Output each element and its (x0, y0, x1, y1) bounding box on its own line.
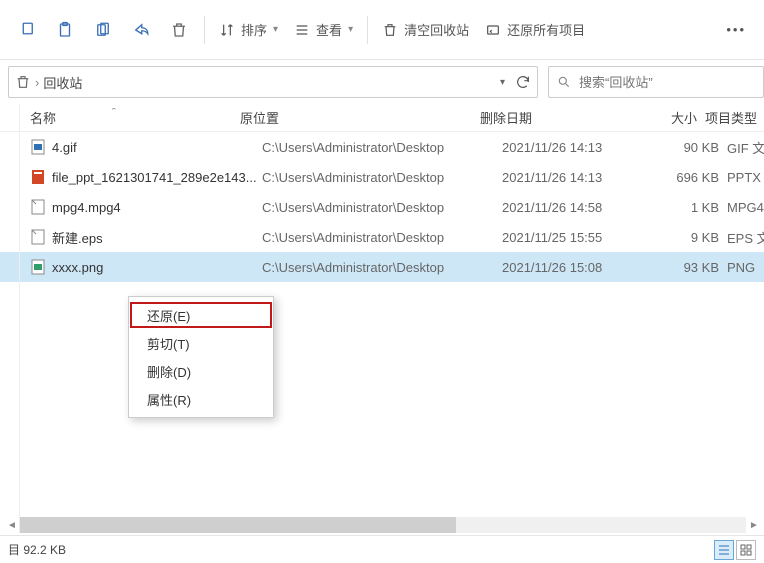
chevron-down-icon: ▾ (273, 24, 278, 35)
file-size: 90 KB (657, 140, 727, 155)
file-name: 4.gif (52, 140, 77, 155)
column-location[interactable]: 原位置 (240, 108, 480, 127)
sort-label: 排序 (241, 20, 267, 39)
status-text: 目 92.2 KB (8, 541, 66, 558)
scroll-left-icon[interactable]: ◄ (4, 517, 20, 533)
chevron-down-icon[interactable]: ▾ (500, 77, 505, 88)
file-type: PPTX (727, 170, 764, 185)
nav-pane-strip (0, 104, 20, 533)
file-size: 1 KB (657, 200, 727, 215)
sort-dropdown[interactable]: 排序 ▾ (211, 12, 286, 48)
details-view-icon (718, 544, 730, 556)
toolbar-divider (367, 16, 368, 44)
file-size: 696 KB (657, 170, 727, 185)
search-input-wrapper[interactable] (548, 66, 764, 98)
delete-button[interactable] (160, 12, 198, 48)
view-dropdown[interactable]: 查看 ▾ (286, 12, 361, 48)
paste-icon (56, 21, 74, 39)
file-type: MPG4 (727, 200, 764, 215)
file-name: xxxx.png (52, 260, 103, 275)
column-headers: 名称 ⌃ 原位置 删除日期 大小 项目类型 (0, 104, 764, 132)
file-location: C:\Users\Administrator\Desktop (262, 170, 502, 185)
file-size: 9 KB (657, 230, 727, 245)
file-row-selected[interactable]: xxxx.png C:\Users\Administrator\Desktop … (0, 252, 764, 282)
thumb-view-icon (740, 544, 752, 556)
file-date: 2021/11/25 15:55 (502, 230, 657, 245)
file-type: EPS 文件 (727, 228, 764, 247)
file-location: C:\Users\Administrator\Desktop (262, 200, 502, 215)
copy-button[interactable] (8, 12, 46, 48)
status-bar: 目 92.2 KB (0, 535, 764, 563)
toolbar: 排序 ▾ 查看 ▾ 清空回收站 还原所有项目 ••• (0, 0, 764, 60)
address-input[interactable]: › 回收站 ▾ (8, 66, 538, 98)
file-row[interactable]: 新建.eps C:\Users\Administrator\Desktop 20… (0, 222, 764, 252)
restore-all-button[interactable]: 还原所有项目 (477, 12, 593, 48)
file-icon (30, 229, 46, 245)
more-icon: ••• (726, 22, 746, 37)
file-name: 新建.eps (52, 228, 103, 247)
file-icon (30, 199, 46, 215)
more-button[interactable]: ••• (716, 12, 756, 48)
file-date: 2021/11/26 14:13 (502, 170, 657, 185)
file-icon (30, 259, 46, 275)
file-name: file_ppt_1621301741_289e2e143... (52, 170, 257, 185)
restore-icon (485, 22, 501, 38)
thumb-view-button[interactable] (736, 540, 756, 560)
file-location: C:\Users\Administrator\Desktop (262, 260, 502, 275)
file-date: 2021/11/26 14:13 (502, 140, 657, 155)
chevron-down-icon: ▾ (348, 24, 353, 35)
address-bar: › 回收站 ▾ (0, 60, 764, 104)
empty-recycle-button[interactable]: 清空回收站 (374, 12, 477, 48)
file-location: C:\Users\Administrator\Desktop (262, 230, 502, 245)
column-name[interactable]: 名称 ⌃ (30, 108, 240, 127)
file-date: 2021/11/26 14:58 (502, 200, 657, 215)
file-date: 2021/11/26 15:08 (502, 260, 657, 275)
sort-icon (219, 22, 235, 38)
view-mode-toggles (714, 540, 756, 560)
file-row[interactable]: mpg4.mpg4 C:\Users\Administrator\Desktop… (0, 192, 764, 222)
sort-indicator-icon: ⌃ (110, 108, 118, 117)
file-size: 93 KB (657, 260, 727, 275)
details-view-button[interactable] (714, 540, 734, 560)
file-list: 4.gif C:\Users\Administrator\Desktop 202… (0, 132, 764, 282)
context-properties[interactable]: 属性(R) (129, 385, 273, 413)
search-input[interactable] (579, 75, 755, 90)
breadcrumb-location: 回收站 (43, 73, 500, 92)
context-cut[interactable]: 剪切(T) (129, 329, 273, 357)
column-date[interactable]: 删除日期 (480, 108, 635, 127)
file-row[interactable]: 4.gif C:\Users\Administrator\Desktop 202… (0, 132, 764, 162)
horizontal-scrollbar[interactable]: ◄ ► (20, 517, 746, 533)
context-menu: 还原(E) 剪切(T) 删除(D) 属性(R) (128, 296, 274, 418)
file-icon (30, 169, 46, 185)
file-icon (30, 139, 46, 155)
recycle-bin-icon (15, 74, 31, 90)
paste-button[interactable] (46, 12, 84, 48)
file-type: GIF 文件 (727, 138, 764, 157)
context-restore[interactable]: 还原(E) (129, 301, 273, 329)
share-icon (132, 21, 150, 39)
share-button[interactable] (122, 12, 160, 48)
search-icon (557, 75, 571, 89)
column-type[interactable]: 项目类型 (705, 108, 764, 127)
refresh-icon[interactable] (515, 74, 531, 90)
empty-recycle-label: 清空回收站 (404, 20, 469, 39)
copy-icon (18, 21, 36, 39)
column-size[interactable]: 大小 (635, 108, 705, 127)
scroll-thumb[interactable] (20, 517, 456, 533)
scroll-right-icon[interactable]: ► (746, 517, 762, 533)
toolbar-divider (204, 16, 205, 44)
cut-icon (94, 21, 112, 39)
trash-icon (170, 21, 188, 39)
file-location: C:\Users\Administrator\Desktop (262, 140, 502, 155)
context-delete[interactable]: 删除(D) (129, 357, 273, 385)
view-icon (294, 22, 310, 38)
cut-button[interactable] (84, 12, 122, 48)
file-row[interactable]: file_ppt_1621301741_289e2e143... C:\User… (0, 162, 764, 192)
file-type: PNG (727, 260, 764, 275)
file-name: mpg4.mpg4 (52, 200, 121, 215)
view-label: 查看 (316, 20, 342, 39)
trash-icon (382, 22, 398, 38)
breadcrumb-separator: › (31, 75, 43, 90)
restore-all-label: 还原所有项目 (507, 20, 585, 39)
